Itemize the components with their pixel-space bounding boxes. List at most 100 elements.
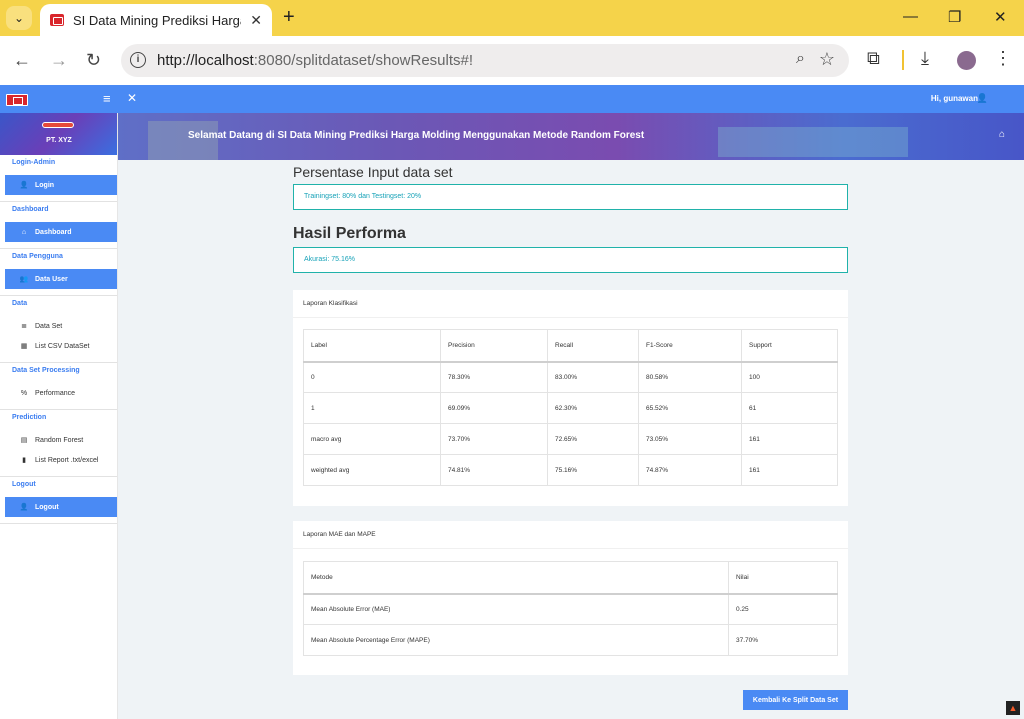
tab-search-button[interactable]: ⌄: [6, 6, 32, 30]
accuracy-box: Akurasi: 75.16%: [293, 247, 848, 273]
url-path: :8080/splitdataset/showResults#!: [253, 52, 474, 69]
sidebar-item-data-user[interactable]: 👥 Data User: [5, 269, 117, 289]
user-icon: 👤: [19, 182, 29, 189]
table-cell: 37.70%: [728, 624, 838, 656]
sidebar-divider: [0, 523, 117, 524]
table-cell: 100: [741, 361, 838, 393]
sidebar-item-label: Login: [35, 181, 55, 189]
input-section-title: Persentase Input data set: [293, 164, 453, 180]
browser-toolbar: ← → ↻ i http://localhost:8080/splitdatas…: [0, 36, 1024, 85]
back-to-split-button[interactable]: Kembali Ke Split Data Set: [743, 690, 848, 710]
user-plus-icon: 👥: [19, 276, 29, 283]
column-header: Nilai: [728, 561, 838, 595]
table-icon: ▦: [20, 343, 28, 350]
table-cell: 80.58%: [638, 361, 742, 393]
percent-icon: %: [20, 389, 28, 397]
table-cell: weighted avg: [303, 454, 441, 486]
table-cell: macro avg: [303, 423, 441, 455]
sidebar-item-label: Random Forest: [35, 436, 84, 444]
column-header: Label: [303, 329, 441, 363]
sidebar-item-label: List Report .txt/excel: [35, 456, 99, 464]
sidebar-section: Logout 👤 Logout: [0, 477, 117, 524]
classification-table: Label Precision Recall F1-Score Support 0 78.…: [303, 329, 838, 486]
table-row: 1 69.09% 62.30% 65.52% 61: [303, 392, 838, 424]
classification-report-card: Laporan Klasifikasi Label Precision Recall…: [293, 290, 848, 506]
sidebar-section: Login-Admin 👤 Login: [0, 155, 117, 202]
welcome-banner: Selamat Datang di SI Data Mining Prediks…: [118, 113, 1024, 160]
close-tab-icon[interactable]: ✕: [250, 12, 262, 29]
table-cell: 74.87%: [638, 454, 742, 486]
extensions-icon[interactable]: ⧉: [867, 48, 880, 69]
sidebar-item-list-csv-dataset[interactable]: ▦ List CSV DataSet: [5, 336, 117, 356]
sidebar-section: Prediction ▤ Random Forest ▮ List Report .tx…: [0, 410, 117, 477]
download-icon[interactable]: ⤓: [921, 48, 929, 69]
table-cell: 61: [741, 392, 838, 424]
sidebar-section-title: Logout: [12, 481, 36, 488]
minimize-icon[interactable]: —: [903, 8, 918, 25]
table-cell: Mean Absolute Percentage Error (MAPE): [303, 624, 729, 656]
user-greeting[interactable]: Hi, gunawan: [931, 94, 978, 103]
home-icon[interactable]: ⌂: [999, 129, 1005, 140]
app-logo-icon[interactable]: [6, 94, 28, 106]
table-cell: 72.65%: [547, 423, 639, 455]
toolbar-separator: [902, 50, 904, 70]
sidebar-item-data-set[interactable]: ≣ Data Set: [5, 316, 117, 336]
browser-tab-bar: ⌄ SI Data Mining Prediksi Harga Molding …: [0, 0, 1024, 36]
url-host: http://localhost: [157, 52, 254, 69]
column-header: Support: [741, 329, 838, 363]
sidebar-item-performance[interactable]: % Performance: [5, 383, 117, 403]
sidebar-item-list-report-txt-excel[interactable]: ▮ List Report .txt/excel: [5, 450, 117, 470]
table-row: weighted avg 74.81% 75.16% 74.87% 161: [303, 454, 838, 486]
sidebar-section: Data Pengguna 👥 Data User: [0, 249, 117, 296]
classification-report-title: Laporan Klasifikasi: [293, 290, 848, 318]
table-cell: 78.30%: [440, 361, 548, 393]
forward-arrow-icon[interactable]: →: [50, 50, 68, 71]
file-icon: ▮: [22, 457, 26, 464]
table-row: 0 78.30% 83.00% 80.58% 100: [303, 361, 838, 393]
profile-avatar[interactable]: [957, 51, 976, 70]
codeigniter-icon[interactable]: ▲: [1006, 701, 1020, 715]
chart-icon: ▤: [20, 437, 28, 444]
sidebar-item-label: Logout: [35, 503, 59, 511]
hamburger-menu-icon[interactable]: ≡: [103, 91, 111, 106]
sidebar-section: Data ≣ Data Set ▦ List CSV DataSet: [0, 296, 117, 363]
table-row: macro avg 73.70% 72.65% 73.05% 161: [303, 423, 838, 455]
table-cell: 65.52%: [638, 392, 742, 424]
user-icon[interactable]: 👤: [977, 93, 988, 104]
bookmark-star-icon[interactable]: ☆: [819, 49, 835, 70]
column-header: F1-Score: [638, 329, 742, 363]
sidebar-item-label: Data User: [35, 275, 68, 283]
sidebar-item-dashboard[interactable]: ⌂ Dashboard: [5, 222, 117, 242]
user-icon: 👤: [19, 504, 29, 511]
column-header: Precision: [440, 329, 548, 363]
brand-logo: [42, 122, 74, 128]
sidebar: PT. XYZ Login-Admin 👤 Login Dashboard ⌂ Dashb…: [0, 113, 118, 719]
sidebar-section-title: Data: [12, 300, 28, 307]
sidebar-item-logout[interactable]: 👤 Logout: [5, 497, 117, 517]
restore-icon[interactable]: ❐: [948, 8, 961, 26]
table-cell: Mean Absolute Error (MAE): [303, 593, 729, 625]
sidebar-menu: Login-Admin 👤 Login Dashboard ⌂ Dashboard Data…: [0, 155, 117, 524]
browser-tab[interactable]: SI Data Mining Prediksi Harga Molding ✕: [40, 4, 272, 36]
table-cell: 73.05%: [638, 423, 742, 455]
address-bar[interactable]: i http://localhost:8080/splitdataset/sho…: [121, 44, 849, 77]
sidebar-item-random-forest[interactable]: ▤ Random Forest: [5, 430, 117, 450]
site-info-icon[interactable]: i: [130, 52, 146, 68]
back-arrow-icon[interactable]: ←: [13, 50, 31, 71]
main-content: Selamat Datang di SI Data Mining Prediks…: [118, 113, 1024, 719]
home-icon: ⌂: [21, 228, 27, 236]
site-favicon-icon: [50, 14, 64, 26]
sidebar-item-login[interactable]: 👤 Login: [5, 175, 117, 195]
table-cell: 75.16%: [547, 454, 639, 486]
close-window-icon[interactable]: ✕: [994, 8, 1007, 26]
column-header: Recall: [547, 329, 639, 363]
browser-menu-icon[interactable]: ⋮: [994, 48, 1012, 69]
new-tab-button[interactable]: +: [283, 6, 295, 29]
reload-icon[interactable]: ↻: [86, 50, 101, 71]
zoom-icon[interactable]: ⌕: [796, 50, 805, 68]
column-header: Metode: [303, 561, 729, 595]
mae-mape-card: Laporan MAE dan MAPE Metode Nilai Mean Ab…: [293, 521, 848, 675]
collapse-icon[interactable]: ✕: [127, 91, 137, 105]
sidebar-section-title: Data Pengguna: [12, 253, 63, 260]
performance-title: Hasil Performa: [293, 225, 406, 242]
